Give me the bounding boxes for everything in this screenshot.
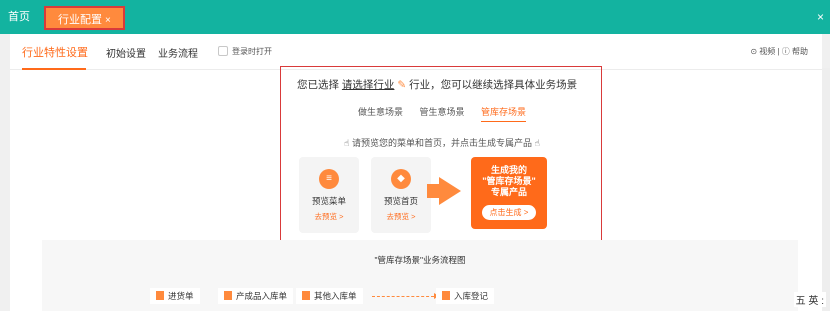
preview-home-card[interactable]: ◆ 预览首页 去预览 >: [371, 157, 431, 233]
cube-icon: ◆: [391, 169, 411, 189]
flow-node-product-in[interactable]: 产成品入库单: [218, 288, 294, 304]
process-flow-chart: "管库存场景"业务流程图 进货单 产成品入库单 其他入库单 入库登记: [42, 240, 798, 311]
generate-button[interactable]: 点击生成 >: [481, 205, 537, 220]
flow-node-label: 入库登记: [454, 291, 489, 301]
tab-home[interactable]: 首页: [8, 0, 36, 34]
tab-industry-config-label: 行业配置: [58, 14, 102, 26]
selection-hint: 您已选择 请选择行业 ✎ 行业，您可以继续选择具体业务场景: [297, 77, 577, 92]
edit-icon[interactable]: ✎: [397, 79, 406, 91]
generate-title: 生成我的 "管库存场景" 专属产品: [471, 157, 547, 198]
open-on-login-label: 登录时打开: [232, 47, 272, 56]
flow-node-registration[interactable]: 入库登记: [436, 288, 495, 304]
doc-icon: [156, 291, 164, 300]
flow-node-purchase[interactable]: 进货单: [150, 288, 200, 304]
generate-product-card[interactable]: 生成我的 "管库存场景" 专属产品 点击生成 >: [471, 157, 547, 229]
cursor-icon: ☝: [343, 138, 350, 148]
preview-menu-label: 预览菜单: [311, 196, 346, 206]
tab-industry-config[interactable]: 行业配置 ×: [44, 6, 125, 30]
scene-do-business[interactable]: 做生意场景: [358, 105, 403, 118]
generate-line-2: "管库存场景": [482, 176, 536, 186]
tab-business-process[interactable]: 业务流程: [158, 45, 198, 60]
preview-hint: ☝ 请预览您的菜单和首页，并点击生成专属产品 ☝: [281, 136, 603, 149]
doc-icon: [442, 291, 450, 300]
generate-line-1: 生成我的: [490, 165, 527, 175]
arrow-right-icon: [439, 177, 461, 205]
generate-line-3: 专属产品: [490, 187, 527, 197]
select-industry-link[interactable]: 请选择行业: [342, 79, 395, 91]
hint-suffix: 行业，您可以继续选择具体业务场景: [409, 79, 578, 91]
flow-title: "管库存场景"业务流程图: [374, 255, 466, 265]
flow-node-label: 进货单: [168, 291, 194, 301]
active-tab-underline: [22, 68, 86, 70]
scene-manage-business[interactable]: 管生意场景: [419, 105, 464, 118]
scene-manage-inventory[interactable]: 管库存场景: [481, 105, 527, 122]
sub-navigation: 行业特性设置 初始设置 业务流程 登录时打开 ⊙ 视频 | ⓘ 帮助: [10, 34, 822, 70]
scene-selection-panel: 您已选择 请选择行业 ✎ 行业，您可以继续选择具体业务场景 做生意场景 管生意场…: [280, 66, 602, 241]
menu-icon: ≡: [319, 169, 339, 189]
tab-industry-features[interactable]: 行业特性设置: [22, 44, 88, 60]
preview-menu-link[interactable]: 去预览 >: [299, 211, 359, 222]
hint-prefix: 您已选择: [297, 79, 339, 91]
preview-menu-card[interactable]: ≡ 预览菜单 去预览 >: [299, 157, 359, 233]
tab-initial-settings[interactable]: 初始设置: [106, 45, 146, 60]
video-help-links[interactable]: ⊙ 视频 | ⓘ 帮助: [750, 46, 808, 57]
flow-connector: [372, 296, 434, 297]
open-on-login-checkbox[interactable]: [218, 46, 228, 56]
main-card: 行业特性设置 初始设置 业务流程 登录时打开 ⊙ 视频 | ⓘ 帮助 您已选择 …: [10, 34, 822, 311]
preview-home-label: 预览首页: [383, 196, 418, 206]
ime-indicator: 五 英 :: [793, 292, 826, 307]
cursor-icon: ☝: [534, 138, 540, 148]
top-bar: 首页 行业配置 × ×: [0, 0, 830, 34]
close-icon[interactable]: ×: [105, 15, 111, 26]
doc-icon: [224, 291, 232, 300]
flow-node-label: 其他入库单: [314, 291, 357, 301]
preview-home-link[interactable]: 去预览 >: [371, 211, 431, 222]
scrollbar[interactable]: [822, 68, 830, 311]
doc-icon: [302, 291, 310, 300]
flow-node-other-in[interactable]: 其他入库单: [296, 288, 363, 304]
scene-tabs: 做生意场景 管生意场景 管库存场景: [281, 105, 603, 122]
preview-hint-text: 请预览您的菜单和首页，并点击生成专属产品: [351, 138, 532, 148]
flow-node-label: 产成品入库单: [236, 291, 288, 301]
window-close-icon[interactable]: ×: [817, 0, 824, 34]
